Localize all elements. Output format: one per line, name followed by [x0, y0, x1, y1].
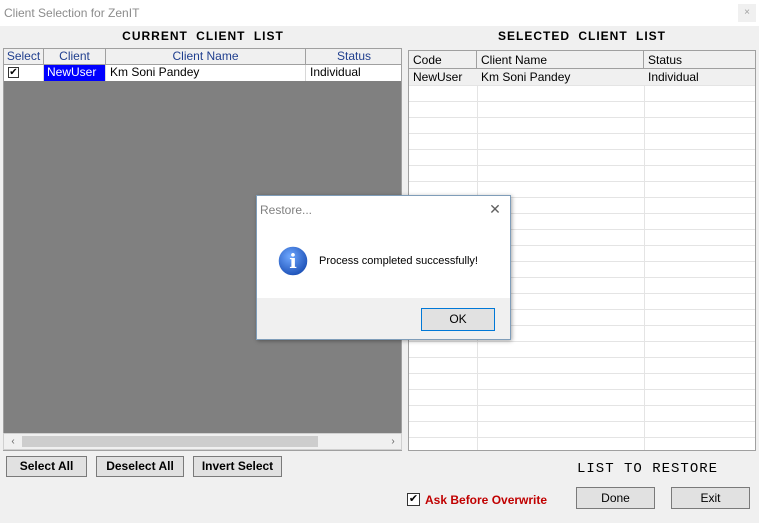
column-header-client-code[interactable]: Client Code	[44, 49, 106, 78]
horizontal-scrollbar[interactable]: ‹ ›	[3, 433, 402, 450]
grid-row-line	[409, 165, 755, 166]
column-header-status[interactable]: Status	[306, 49, 401, 65]
grid-row-line	[409, 117, 755, 118]
window-close-button[interactable]: ×	[738, 4, 756, 22]
dialog-title: Restore...	[260, 203, 313, 217]
title-bar: Client Selection for ZenIT ×	[0, 0, 759, 26]
grid-row-line	[409, 149, 755, 150]
deselect-all-button[interactable]: Deselect All	[96, 456, 184, 477]
grid-row-line	[409, 373, 755, 374]
select-all-button[interactable]: Select All	[6, 456, 87, 477]
grid-row-line	[409, 389, 755, 390]
scroll-right-icon[interactable]: ›	[386, 434, 400, 449]
row-status-cell[interactable]: Individual	[306, 65, 401, 81]
close-icon: ×	[744, 7, 750, 18]
grid-row-line	[409, 357, 755, 358]
column-header-status[interactable]: Status	[644, 51, 755, 69]
selected-row-code-cell[interactable]: NewUser	[409, 69, 477, 85]
grid-divider	[644, 85, 645, 450]
restore-dialog: Restore... ✕ i Process completed success…	[256, 195, 511, 340]
grid-row-line	[409, 341, 755, 342]
grid-row-line	[409, 421, 755, 422]
grid-row-line	[409, 181, 755, 182]
dialog-close-icon[interactable]: ✕	[487, 201, 503, 217]
invert-select-button[interactable]: Invert Select	[193, 456, 282, 477]
exit-button[interactable]: Exit	[671, 487, 750, 509]
grid-row-line	[409, 85, 755, 86]
scroll-left-icon[interactable]: ‹	[6, 434, 20, 449]
selected-row-name-cell[interactable]: Km Soni Pandey	[477, 69, 644, 85]
list-to-restore-label: LIST TO RESTORE	[577, 461, 719, 477]
current-client-list-heading: CURRENT CLIENT LIST	[122, 29, 284, 43]
ok-button[interactable]: OK	[421, 308, 495, 331]
column-header-client-name[interactable]: Client Name	[477, 51, 644, 69]
selected-row-status-cell[interactable]: Individual	[644, 69, 755, 85]
information-icon: i	[277, 245, 309, 277]
grid-row-line	[409, 101, 755, 102]
ask-before-overwrite-label[interactable]: Ask Before Overwrite	[425, 493, 547, 507]
column-header-code[interactable]: Code	[409, 51, 477, 69]
column-header-select[interactable]: Select	[4, 49, 44, 65]
dialog-message: Process completed successfully!	[319, 255, 478, 267]
row-select-cell[interactable]: ✔	[4, 65, 44, 81]
done-button[interactable]: Done	[576, 487, 655, 509]
selected-client-list-heading: SELECTED CLIENT LIST	[497, 29, 666, 43]
row-client-code-cell[interactable]: NewUser	[44, 65, 106, 81]
row-client-name-cell[interactable]: Km Soni Pandey	[106, 65, 306, 81]
ask-before-overwrite-checkbox[interactable]: ✔	[407, 493, 420, 506]
dialog-footer: OK	[257, 298, 510, 339]
grid-row-line	[409, 405, 755, 406]
grid-row-line	[409, 133, 755, 134]
information-icon-letter: i	[289, 249, 297, 273]
window-title: Client Selection for ZenIT	[4, 6, 140, 20]
grid-row-line	[409, 437, 755, 438]
scrollbar-thumb[interactable]	[22, 436, 318, 447]
column-header-client-name[interactable]: Client Name	[106, 49, 306, 65]
row-select-checkbox[interactable]: ✔	[8, 67, 19, 78]
